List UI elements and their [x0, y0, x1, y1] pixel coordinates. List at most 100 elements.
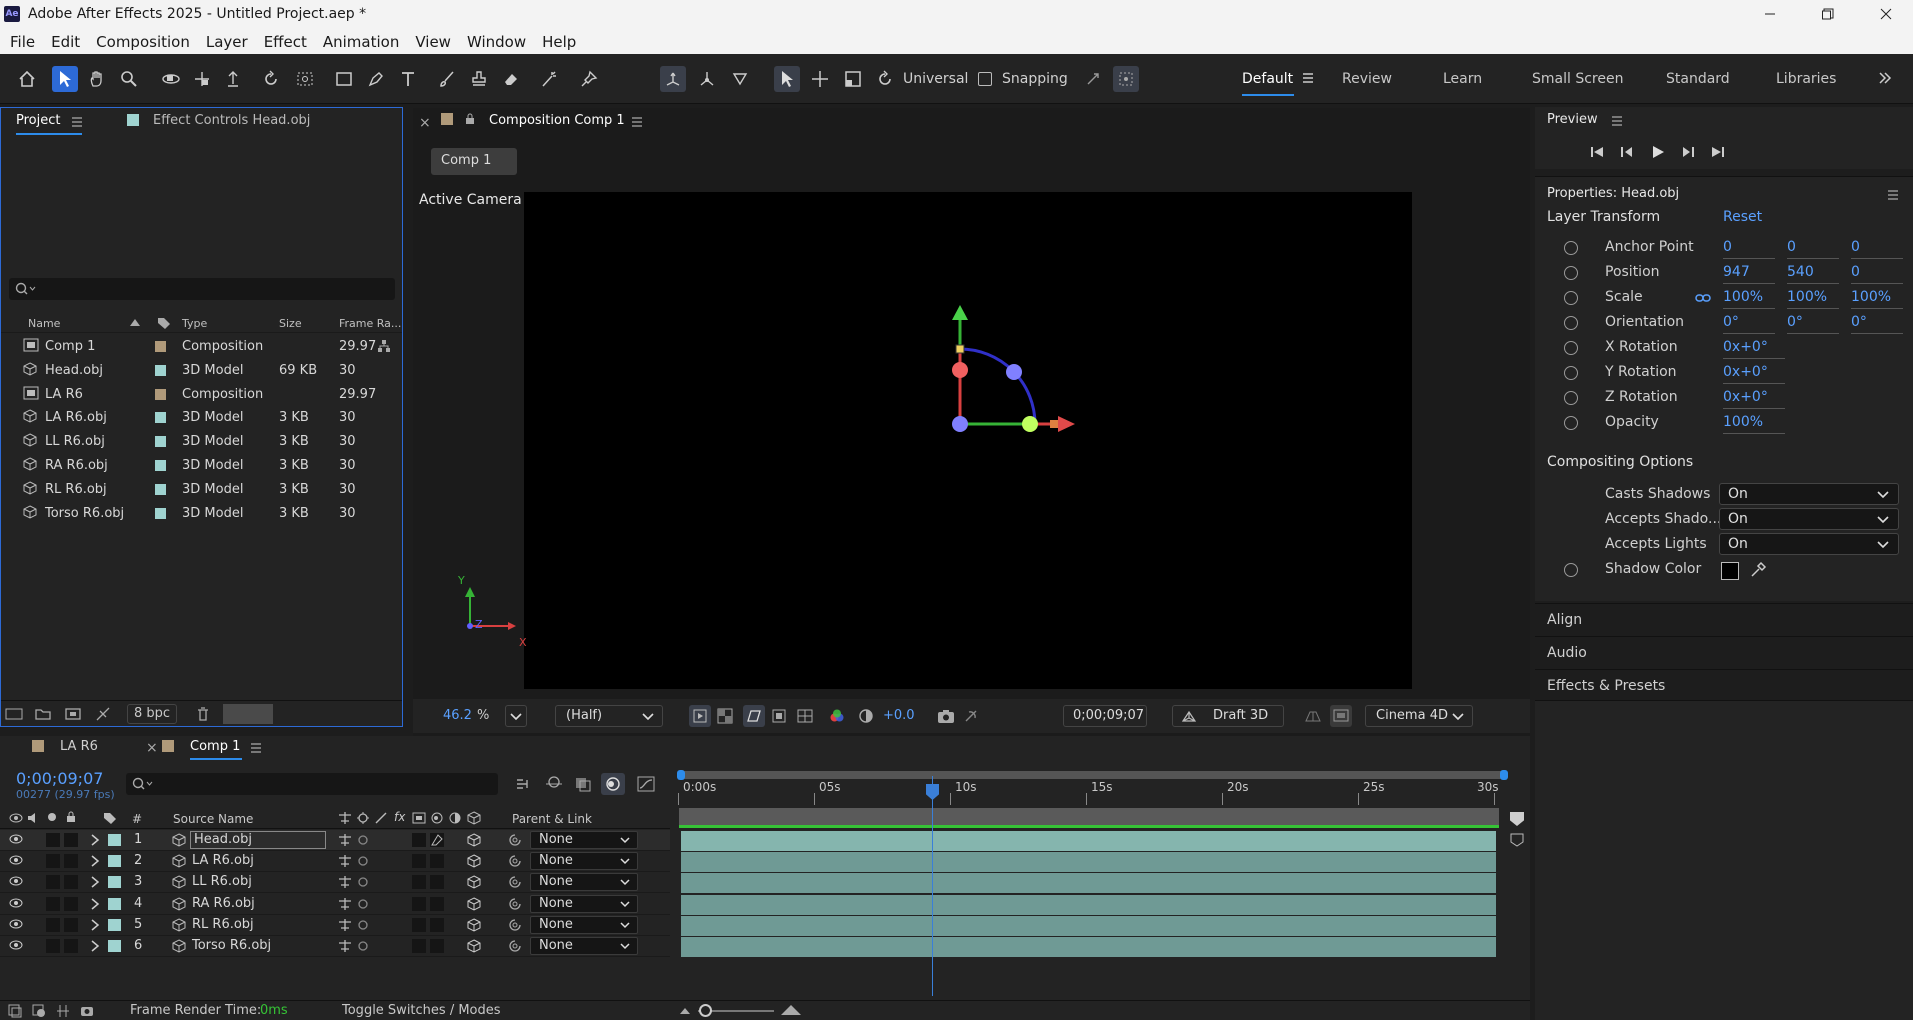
puppet-pin-icon[interactable]	[576, 66, 602, 92]
motion-blur-toggle[interactable]	[430, 854, 444, 869]
motion-blur-on-icon[interactable]	[430, 833, 444, 847]
shy-layers-icon[interactable]	[545, 776, 563, 792]
project-item[interactable]: LA R6 Composition 29.97	[5, 383, 385, 406]
clone-stamp-icon[interactable]	[466, 66, 492, 92]
label-header-icon[interactable]	[103, 811, 117, 825]
tab-comp-1[interactable]: Comp 1	[190, 739, 240, 754]
menu-edit[interactable]: Edit	[43, 28, 88, 54]
interpret-footage-icon[interactable]	[5, 707, 23, 721]
expand-chevron-icon[interactable]	[90, 898, 100, 910]
shadow-color-swatch[interactable]	[1721, 562, 1739, 580]
3d-layer-icon[interactable]	[467, 897, 481, 911]
zoom-value[interactable]: 46.2	[443, 708, 472, 723]
layer-label-swatch[interactable]	[108, 876, 121, 889]
collapse-switch-icon[interactable]	[356, 854, 370, 868]
sort-ascending-icon[interactable]	[129, 317, 141, 327]
layer-row[interactable]: 3 LL R6.obj None	[0, 872, 670, 894]
layer-row[interactable]: 1 Head.obj None	[0, 830, 670, 851]
frame-blend-header-icon[interactable]	[412, 811, 426, 825]
collapse-switch-icon[interactable]	[356, 897, 370, 911]
menu-layer[interactable]: Layer	[198, 28, 256, 54]
menu-help[interactable]: Help	[534, 28, 584, 54]
workspace-more-icon[interactable]	[1878, 71, 1892, 85]
fast-previews-icon[interactable]	[689, 705, 711, 727]
column-name[interactable]: Name	[28, 317, 60, 330]
property-value-1[interactable]: 0x+0°	[1723, 364, 1785, 384]
accepts-lights-dropdown[interactable]: On	[1719, 533, 1899, 555]
property-value-1[interactable]: 0x+0°	[1723, 389, 1785, 409]
snapping-checkbox[interactable]	[978, 72, 992, 86]
close-icon[interactable]	[1863, 0, 1909, 28]
3d-layer-icon[interactable]	[467, 939, 481, 953]
casts-shadows-dropdown[interactable]: On	[1719, 483, 1899, 505]
layer-name[interactable]: LA R6.obj	[192, 853, 254, 868]
solo-toggle[interactable]	[46, 833, 60, 847]
select-gizmo-icon[interactable]	[774, 66, 800, 92]
eye-icon[interactable]	[9, 855, 23, 865]
resolution-dropdown[interactable]: (Half)	[555, 705, 663, 727]
label-color-swatch[interactable]	[155, 341, 166, 352]
in-out-panes-icon[interactable]	[56, 1004, 70, 1018]
lock-toggle[interactable]	[64, 854, 78, 869]
expand-chevron-icon[interactable]	[90, 855, 100, 867]
video-switch-header-icon[interactable]	[9, 813, 23, 823]
properties-menu-icon[interactable]	[1887, 190, 1899, 200]
lock-icon[interactable]	[465, 113, 475, 125]
menu-view[interactable]: View	[407, 28, 459, 54]
audio-switch-header-icon[interactable]	[27, 812, 39, 824]
menu-composition[interactable]: Composition	[88, 28, 198, 54]
3d-gizmo[interactable]	[524, 192, 1412, 689]
rotate-tool-icon[interactable]	[258, 66, 284, 92]
3d-ground-plane-icon[interactable]	[1305, 708, 1321, 724]
mask-visibility-icon[interactable]	[743, 705, 765, 727]
layer-duration-bar[interactable]	[681, 831, 1496, 851]
viewer-timecode[interactable]: 0;00;09;07	[1063, 705, 1147, 727]
viewer-canvas[interactable]	[524, 192, 1412, 689]
audio-section[interactable]: Audio	[1535, 636, 1913, 666]
motion-blur-toggle[interactable]	[430, 896, 444, 911]
3d-layer-icon[interactable]	[467, 918, 481, 932]
effects-presets-section[interactable]: Effects & Presets	[1535, 669, 1913, 699]
project-item[interactable]: RA R6.obj 3D Model 3 KB 30	[5, 454, 385, 477]
column-frame-rate[interactable]: Frame Ra...	[339, 317, 401, 330]
scale-gizmo-icon[interactable]	[840, 66, 866, 92]
stopwatch-icon[interactable]	[1564, 391, 1578, 405]
frame-blend-toggle[interactable]	[412, 917, 426, 932]
menu-window[interactable]: Window	[459, 28, 534, 54]
lock-toggle[interactable]	[64, 833, 78, 847]
pick-whip-icon[interactable]	[508, 918, 522, 932]
layer-label-swatch[interactable]	[108, 855, 121, 868]
solo-toggle[interactable]	[46, 854, 60, 869]
motion-blur-toggle[interactable]	[430, 939, 444, 953]
frame-blend-toggle[interactable]	[412, 875, 426, 890]
timeline-search-input[interactable]	[126, 773, 498, 795]
workspace-review[interactable]: Review	[1342, 71, 1392, 87]
expand-chevron-icon[interactable]	[90, 834, 100, 846]
workspace-learn[interactable]: Learn	[1443, 71, 1482, 87]
source-name-header[interactable]: Source Name	[173, 812, 253, 826]
layer-row[interactable]: 6 Torso R6.obj None	[0, 936, 670, 957]
layer-name[interactable]: LL R6.obj	[192, 874, 252, 889]
stopwatch-icon[interactable]	[1564, 416, 1578, 430]
layer-name[interactable]: Head.obj	[190, 831, 326, 849]
pan-behind-icon[interactable]	[292, 66, 318, 92]
pan-camera-icon[interactable]	[189, 66, 215, 92]
time-ruler[interactable]: 0:00s 05s 10s 15s 20s 25s 30s	[678, 779, 1506, 807]
last-frame-icon[interactable]	[1711, 145, 1725, 159]
marker-button-icon[interactable]	[1510, 833, 1524, 847]
timeline-menu-icon[interactable]	[250, 743, 262, 753]
layer-duration-bar[interactable]	[681, 873, 1496, 894]
label-tag-icon[interactable]	[157, 316, 171, 330]
solo-toggle[interactable]	[46, 896, 60, 911]
toggle-switches-modes[interactable]: Toggle Switches / Modes	[342, 1003, 501, 1018]
effects-header-icon[interactable]: fx	[394, 810, 405, 824]
shy-switch-icon[interactable]	[338, 854, 352, 868]
collapse-switch-icon[interactable]	[356, 939, 370, 953]
align-section[interactable]: Align	[1535, 603, 1913, 633]
layer-name[interactable]: Torso R6.obj	[192, 938, 271, 953]
stopwatch-icon[interactable]	[1564, 341, 1578, 355]
current-time[interactable]: 0;00;09;07	[16, 769, 103, 788]
expand-chevron-icon[interactable]	[90, 940, 100, 952]
layer-label-swatch[interactable]	[108, 897, 121, 910]
zoom-in-icon[interactable]	[780, 1003, 802, 1017]
